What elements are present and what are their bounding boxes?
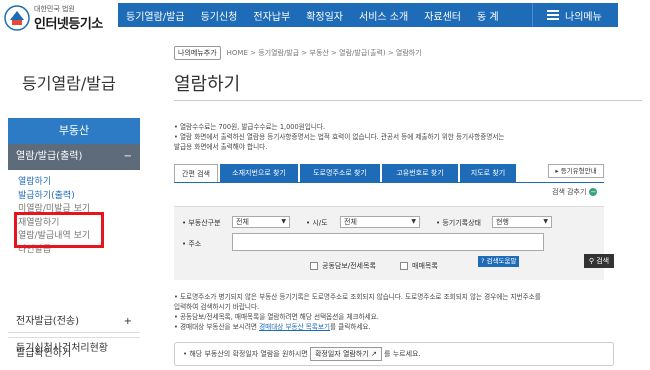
highlight-box [14,212,104,248]
note-text: • 경매대상 부동산을 보시려면 [174,323,260,331]
toggle-search-label: 검색 감추기 [552,188,587,196]
auction-list-link[interactable]: 경매대상 부동산 목록보기 [259,323,330,331]
sale-list-checkbox[interactable]: 매매목록 [400,261,438,271]
address-input[interactable] [232,233,544,251]
logo-title: 인터넷등기소 [34,17,103,32]
chevron-down-icon: ▼ [411,218,416,225]
toggle-search-button[interactable]: 검색 감추기 − [552,187,598,197]
fee-notes: • 열람수수료는 700원, 발급수수료는 1,000원입니다. • 열람 화면… [174,122,604,152]
search-notes: • 도로명주소가 병기되지 않은 부동산 등기기록은 도로명주소로 조회되지 않… [174,292,624,332]
divider [174,100,642,101]
search-button-label: 검색 [596,257,610,265]
note-line: • 열람 화면에서 출력하신 열람용 등기사항증명서는 법적 효력이 없습니다.… [174,133,505,141]
collapse-icon: − [123,151,132,162]
sidebar-section-real-estate[interactable]: 부동산 [8,118,140,144]
collapse-circle-icon: − [589,188,598,196]
note-line: • 경매대상 부동산을 보시려면 경매대상 부동산 목록보기를 클릭하세요. [174,322,624,332]
site-logo[interactable]: 대한민국 법원 인터넷등기소 [4,3,112,33]
checkbox-icon [310,262,318,270]
search-button[interactable]: ⚲ 검색 [584,254,614,268]
sidebar-item-view[interactable]: 열람하기 [18,176,90,190]
note-line: • 도로명주소가 병기되지 않은 부동산 등기기록은 도로명주소로 조회되지 않… [174,293,541,301]
city-select[interactable]: 전체 ▼ [340,216,420,228]
tab-unique-number[interactable]: 고유번호로 찾기 [382,164,458,182]
nav-item-apply[interactable]: 등기신청 [193,8,246,23]
type-label: • 부동산구분 [182,219,221,227]
type-select-value: 전체 [236,218,249,226]
status-select-value: 현행 [496,218,509,226]
nav-item-issue[interactable]: 등기열람/발급 [118,8,193,23]
registry-type-help-button[interactable]: ▸ 등기유형안내 [548,164,604,178]
page-title: 열람하기 [174,74,241,95]
status-select[interactable]: 현행 ▼ [492,216,552,228]
note-text: 를 클릭하세요. [330,323,371,331]
note-line: 입력하여 검색하시기 바랍니다. [174,303,260,311]
confirm-date-box: • 해당 부동산의 확정일자 열람을 원하시면 확정일자 열람하기 ↗ 를 누르… [174,342,614,366]
sidebar-group-label: 등기신청사건처리현황 [16,343,108,354]
note-line: • 열람수수료는 700원, 발급수수료는 1,000원입니다. [174,123,326,131]
confirm-date-text: 를 누르세요. [381,350,421,358]
nav-item-confirm-date[interactable]: 확정일자 [298,8,351,23]
tab-road-address[interactable]: 도로명주소로 찾기 [300,164,380,182]
search-form: • 부동산구분 전체 ▼ • 시/도 전체 ▼ • 등기기록상태 현행 ▼ • 주소 … [174,206,604,280]
status-label: • 등기기록상태 [436,219,481,227]
view-confirm-date-button[interactable]: 확정일자 열람하기 ↗ [309,347,382,361]
sidebar-group-view-issue[interactable]: 열람/발급(출력) − [8,144,140,170]
my-menu-button[interactable]: 나의메뉴 [532,3,618,27]
sidebar-item-issue[interactable]: 발급하기(출력) [18,190,90,204]
my-menu-label: 나의메뉴 [565,11,602,23]
breadcrumb-path: HOME > 등기열람/발급 > 부동산 > 열람/발급(출력) > 열람하기 [226,49,422,57]
type-select[interactable]: 전체 ▼ [232,216,290,228]
breadcrumb: 나의메뉴추가 HOME > 등기열람/발급 > 부동산 > 열람/발급(출력) … [174,46,422,60]
hamburger-icon [547,8,559,22]
tab-map[interactable]: 지도로 찾기 [460,164,516,182]
checkbox-label: 매매목록 [412,262,438,270]
add-my-menu-button[interactable]: 나의메뉴추가 [174,46,221,60]
sidebar-group-case-status[interactable]: 등기신청사건처리현황 [8,332,140,364]
nav-item-stats[interactable]: 동 계 [469,8,507,23]
tab-simple-search[interactable]: 간편 검색 [174,164,218,182]
search-tabs: 간편 검색 소재지번으로 찾기 도로명주소로 찾기 고유번호로 찾기 지도로 찾… [174,164,518,182]
nav-item-service[interactable]: 서비스 소개 [351,8,416,23]
search-help-button[interactable]: ? 검색도움말 [478,256,520,267]
checkbox-label: 공동담보/전세목록 [322,262,376,270]
chevron-down-icon: ▼ [281,218,286,225]
note-line: 발급용 화면에서 출력해야 합니다. [174,143,268,151]
court-emblem-icon [4,5,30,31]
sidebar: 등기열람/발급 부동산 열람/발급(출력) − 열람하기 발급하기(출력) 미열… [0,36,148,366]
search-help-label: 검색도움말 [486,257,517,265]
tab-underline [174,182,604,183]
city-label: • 시/도 [306,219,328,227]
city-select-value: 전체 [344,218,357,226]
checkbox-icon [400,262,408,270]
chevron-down-icon: ▼ [543,218,548,225]
main-content: 나의메뉴추가 HOME > 등기열람/발급 > 부동산 > 열람/발급(출력) … [160,36,650,366]
joint-collateral-checkbox[interactable]: 공동담보/전세목록 [310,261,376,271]
sidebar-group-label: 열람/발급(출력) [16,151,83,162]
sidebar-group-label: 전자발급(전송) [16,316,80,327]
nav-item-resources[interactable]: 자료센터 [416,8,469,23]
sidebar-title: 등기열람/발급 [22,74,116,93]
address-label: • 주소 [182,240,202,248]
nav-item-payment[interactable]: 전자납부 [245,8,298,23]
confirm-date-text: • 해당 부동산의 확정일자 열람을 원하시면 [183,350,310,358]
top-bar: 대한민국 법원 인터넷등기소 등기열람/발급 등기신청 전자납부 확정일자 서비… [0,0,650,36]
note-line: • 공동담보/전세목록, 매매목록을 열람하려면 해당 선택옵션을 체크하세요. [174,313,379,321]
tab-lot-number[interactable]: 소재지번으로 찾기 [220,164,298,182]
